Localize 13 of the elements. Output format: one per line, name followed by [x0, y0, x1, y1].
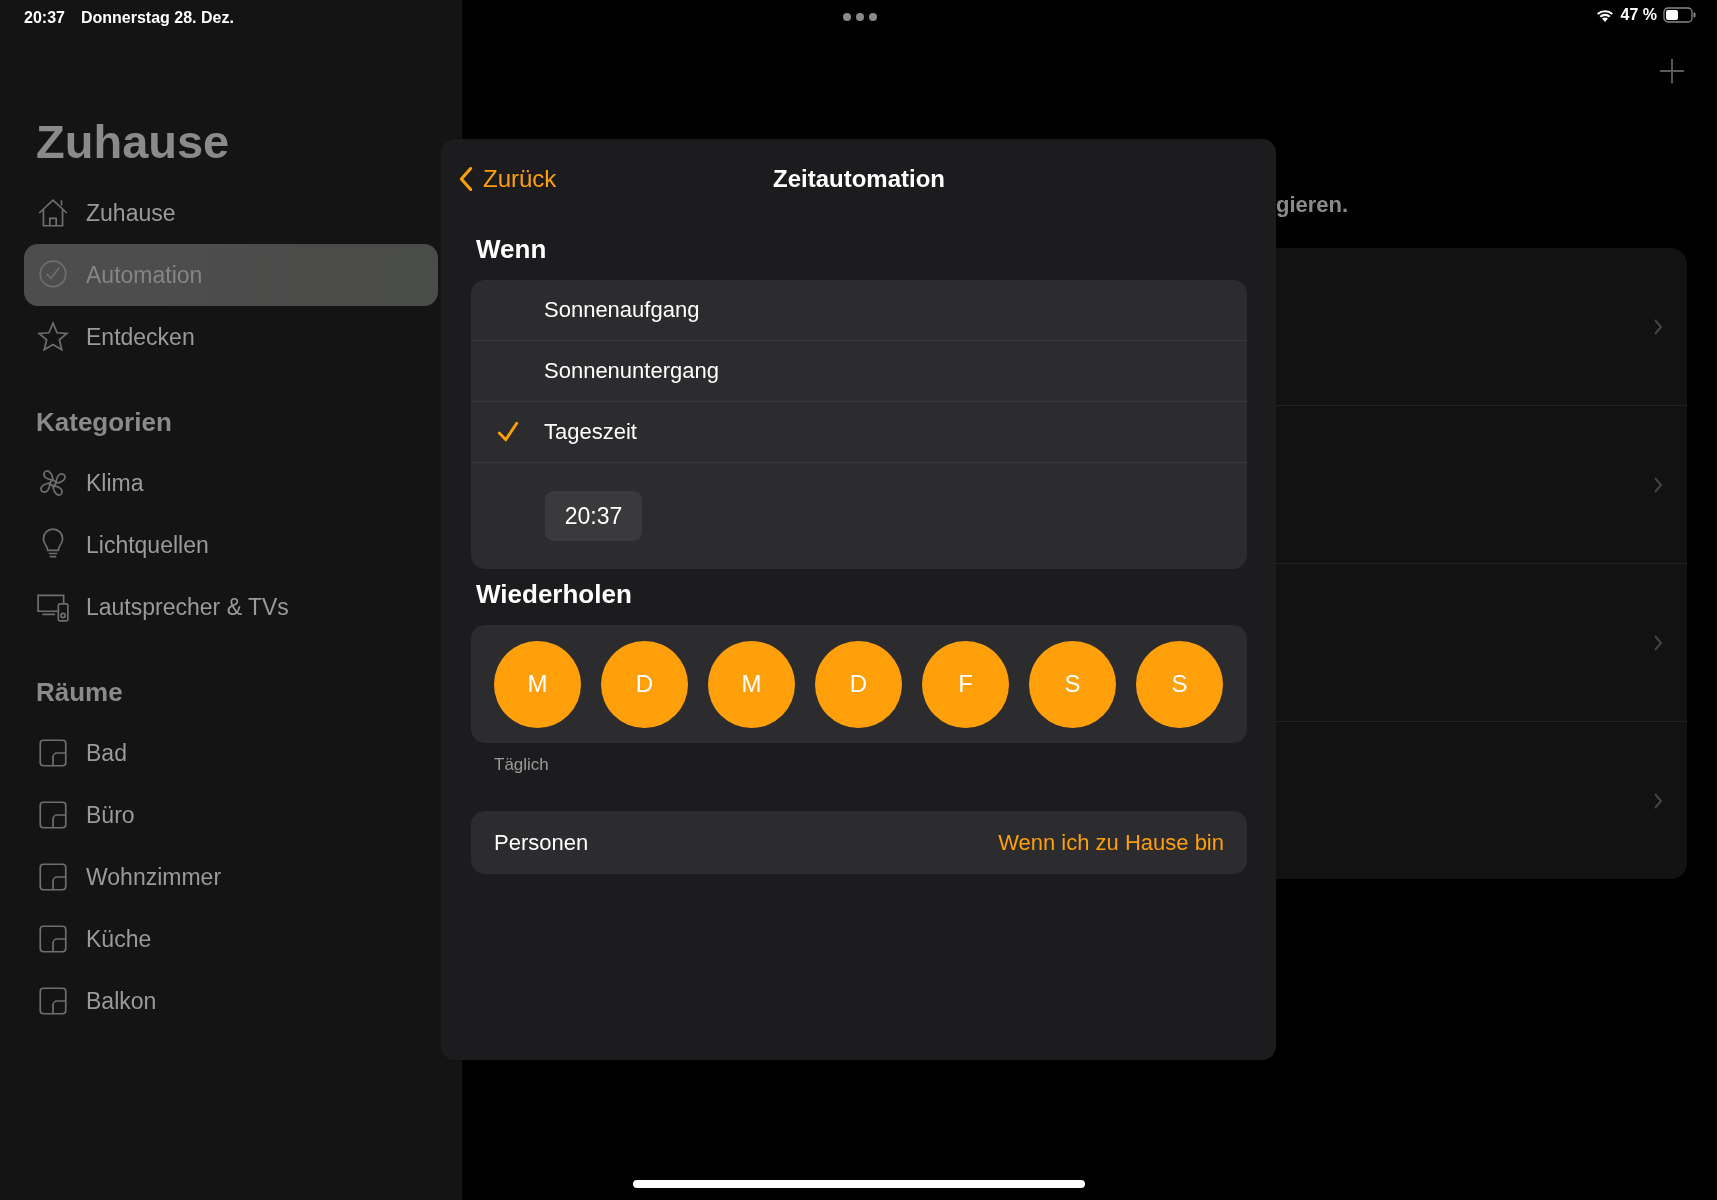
- section-heading: Wenn: [476, 233, 548, 266]
- battery-percent: 47 %: [1620, 6, 1657, 24]
- persons-value: Wenn ich zu Hause bin: [998, 829, 1224, 856]
- status-date: Donnerstag 28. Dez.: [80, 9, 234, 27]
- status-time: 20:37: [24, 9, 65, 27]
- repeat-summary: Täglich: [494, 755, 550, 776]
- section-heading: Räume: [36, 676, 124, 709]
- sidebar-title: Zuhause: [36, 114, 231, 170]
- section-heading: Kategorien: [36, 406, 173, 439]
- persons-label: Personen: [494, 829, 589, 856]
- page-subtitle: gieren.: [1276, 192, 1349, 219]
- modal-title: Zeitautomation: [773, 165, 945, 193]
- section-heading: Wiederholen: [476, 578, 633, 611]
